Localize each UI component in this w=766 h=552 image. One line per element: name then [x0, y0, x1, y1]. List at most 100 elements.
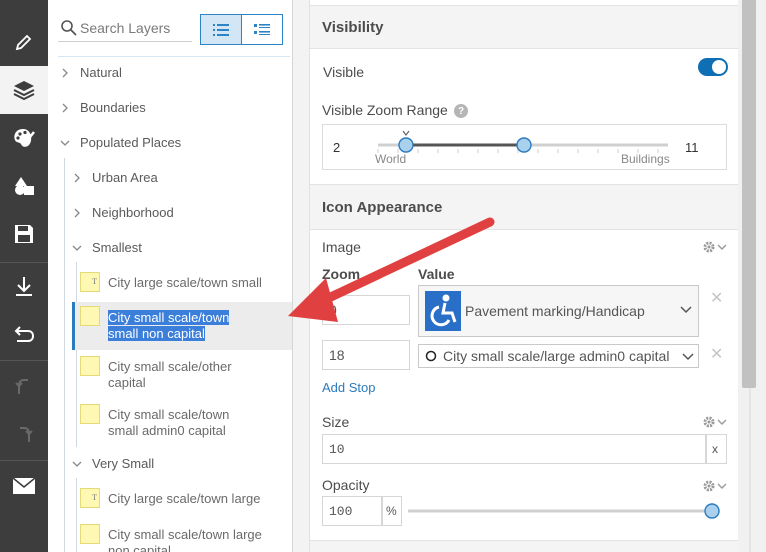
layers-icon[interactable] [0, 66, 48, 114]
remove-stop-2-icon[interactable]: ✕ [710, 344, 723, 364]
list-detail-icon [254, 23, 270, 35]
gear-icon[interactable] [702, 240, 728, 254]
pencil-icon[interactable] [0, 18, 48, 66]
layer-item-city-small-town-small-admin0-capital[interactable]: City small scale/town small admin0 capita… [72, 400, 292, 448]
visible-label: Visible [323, 64, 364, 80]
tree-node-label: Smallest [92, 240, 142, 255]
palette-icon[interactable] [0, 114, 48, 162]
section-header-icon-appearance[interactable]: Icon Appearance [310, 184, 739, 230]
tree-node-label: Neighborhood [92, 205, 174, 220]
point-symbol-icon: T [80, 272, 100, 292]
mail-icon[interactable] [0, 462, 48, 510]
save-icon[interactable] [0, 210, 48, 258]
layer-item-label: City small scale/town [108, 310, 230, 325]
chevron-down-icon [70, 457, 84, 471]
remove-stop-1-icon[interactable]: ✕ [710, 288, 723, 308]
download-icon[interactable] [0, 262, 48, 310]
layer-item-label-line2: small admin0 capital [108, 423, 226, 438]
stop-value-select-2[interactable]: City small scale/large admin0 capital [418, 344, 699, 368]
layer-item-label-line2: capital [108, 375, 146, 390]
point-symbol-icon [80, 356, 100, 376]
point-symbol-icon [80, 306, 100, 326]
visible-zoom-range-label: Visible Zoom Range [322, 102, 448, 118]
tree-node-label: Boundaries [80, 100, 146, 115]
opacity-input[interactable]: 100 [322, 496, 382, 526]
layer-item-label: City small scale/town [108, 407, 230, 422]
redo-arrow-icon[interactable] [0, 410, 48, 458]
layer-item-label-line2: non capital [108, 543, 171, 552]
layer-item-city-small-town-large-non-capital[interactable]: City small scale/town large non capital [72, 520, 292, 552]
wheelchair-icon [425, 291, 461, 331]
layer-item-label: City large scale/town large [108, 491, 261, 506]
tree-node-boundaries[interactable]: Boundaries [58, 100, 146, 115]
layer-item-label: City small scale/other [108, 359, 232, 374]
list-icon [213, 23, 229, 36]
chevron-down-icon [682, 353, 694, 361]
stop-value-text-2: City small scale/large admin0 capital [443, 348, 670, 364]
chevron-down-icon [70, 241, 84, 255]
layer-search [58, 14, 192, 42]
layer-item-city-small-other-capital[interactable]: City small scale/other capital [72, 352, 292, 400]
layers-panel: Natural Boundaries Populated Places Urba… [48, 0, 293, 552]
list-view-detailed-button[interactable] [241, 14, 283, 45]
zoom-max-handle[interactable] [516, 137, 532, 153]
layer-search-row [48, 0, 292, 52]
circle-symbol-icon [425, 350, 437, 362]
size-label: Size [322, 414, 350, 430]
section-header-visibility[interactable]: Visibility [310, 5, 739, 49]
point-symbol-icon [80, 524, 100, 544]
stop-zoom-input-1[interactable]: 0 [322, 295, 410, 325]
search-icon [61, 19, 77, 36]
shapes-icon[interactable] [0, 162, 48, 210]
add-stop-link[interactable]: Add Stop [322, 380, 376, 395]
zoom-range-slider: 2 11 World Buildings [322, 124, 727, 170]
app-root: Natural Boundaries Populated Places Urba… [0, 0, 766, 552]
image-label: Image [322, 239, 361, 255]
tree-node-label: Populated Places [80, 135, 182, 150]
tree-node-neighborhood[interactable]: Neighborhood [70, 205, 174, 220]
chevron-right-icon [70, 206, 84, 220]
opacity-handle[interactable] [704, 503, 720, 519]
tree-node-label: Natural [80, 65, 122, 80]
chevron-right-icon [70, 171, 84, 185]
help-icon[interactable]: ? [454, 104, 468, 118]
zoom-min-handle[interactable] [398, 137, 414, 153]
chevron-down-icon [58, 136, 72, 150]
tree-node-populated-places[interactable]: Populated Places [58, 135, 181, 150]
left-toolbar [0, 0, 48, 552]
tree-node-urban-area[interactable]: Urban Area [70, 170, 158, 185]
scrollbar-thumb[interactable] [742, 0, 756, 388]
layer-item-city-small-town-small-non-capital[interactable]: City small scale/town small non capital [72, 302, 292, 350]
visible-toggle[interactable] [698, 58, 728, 76]
column-value-label: Value [418, 266, 455, 282]
tree-node-very-small[interactable]: Very Small [70, 456, 154, 471]
search-layers-input[interactable] [80, 19, 190, 36]
size-input[interactable]: 10 [322, 434, 706, 464]
tree-node-natural[interactable]: Natural [58, 65, 122, 80]
layer-item-city-large-town-small[interactable]: T City large scale/town small [72, 268, 292, 302]
gear-icon[interactable] [702, 415, 728, 429]
column-zoom-label: Zoom [322, 266, 361, 282]
point-symbol-icon [80, 404, 100, 424]
list-view-compact-button[interactable] [200, 14, 242, 45]
layer-item-city-large-town-large[interactable]: T City large scale/town large [72, 484, 292, 518]
opacity-slider[interactable] [402, 496, 727, 526]
section-footer [310, 540, 739, 552]
layer-item-label: City small scale/town large [108, 527, 262, 542]
stop-value-text-1: Pavement marking/Handicap [465, 303, 645, 319]
undo-arrow-icon[interactable] [0, 362, 48, 410]
tree-node-smallest[interactable]: Smallest [70, 240, 142, 255]
layer-item-label-line2: small non capital [108, 326, 205, 341]
opacity-label: Opacity [322, 477, 370, 493]
chevron-down-icon [680, 306, 692, 314]
stop-zoom-input-2[interactable]: 18 [322, 340, 410, 370]
chevron-right-icon [58, 101, 72, 115]
layer-item-label: City large scale/town small [108, 275, 262, 290]
size-unit: x [706, 434, 727, 464]
tree-node-label: Urban Area [92, 170, 158, 185]
gear-icon[interactable] [702, 479, 728, 493]
stop-value-select-1[interactable]: Pavement marking/Handicap [418, 285, 699, 337]
opacity-unit: % [382, 496, 402, 526]
tree-node-label: Very Small [92, 456, 155, 471]
undo-icon[interactable] [0, 310, 48, 358]
